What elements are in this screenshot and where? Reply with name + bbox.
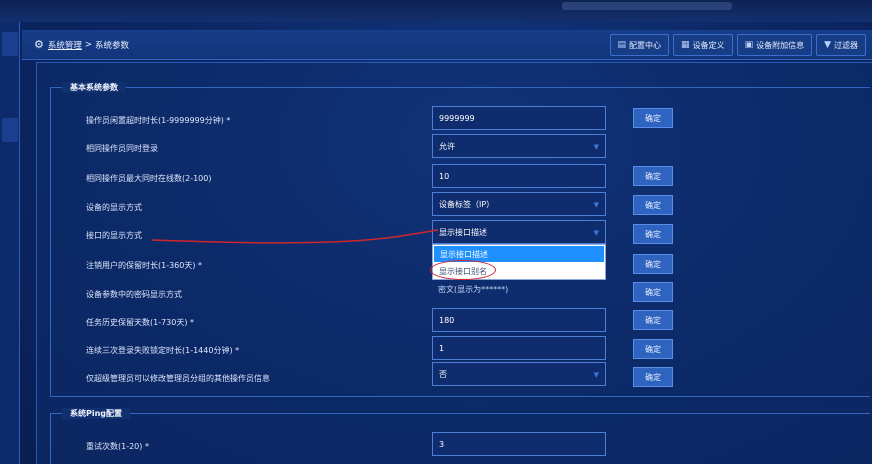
- row-label-device-display: 设备的显示方式: [86, 203, 142, 212]
- max-online-confirm-button[interactable]: 确定: [633, 166, 673, 186]
- lockout-duration-confirm-button[interactable]: 确定: [633, 339, 673, 359]
- device-display-confirm-button[interactable]: 确定: [633, 195, 673, 215]
- row-label-max-online: 相同操作员最大同时在线数(2-100): [86, 174, 212, 183]
- filter-icon: ▼: [824, 40, 831, 50]
- annotation-underline-stroke: [151, 229, 439, 244]
- idle-timeout-input[interactable]: 9999999: [432, 106, 606, 130]
- section-title-basic: 基本系统参数: [62, 82, 126, 93]
- left-nav-tab[interactable]: [2, 32, 18, 56]
- chevron-down-icon: ▼: [593, 201, 599, 209]
- app-screen: ⚙ 系统管理 > 系统参数 ▤ 配置中心 ▦ 设备定义 ▣ 设备附加信息 ▼ 过…: [0, 0, 872, 464]
- window-top-strip: [0, 0, 872, 22]
- config-center-button[interactable]: ▤ 配置中心: [609, 34, 670, 56]
- breadcrumb-current: 系统参数: [95, 40, 130, 51]
- row-label-lockout-duration: 连续三次登录失败锁定时长(1-1440分钟) *: [86, 346, 240, 355]
- gear-icon: ⚙: [34, 38, 44, 51]
- chevron-down-icon: ▼: [593, 371, 599, 379]
- chevron-down-icon: ▼: [593, 143, 599, 151]
- header-bar: ⚙ 系统管理 > 系统参数 ▤ 配置中心 ▦ 设备定义 ▣ 设备附加信息 ▼ 过…: [22, 30, 872, 60]
- row-label-retry-count: 重试次数(1-20) *: [86, 442, 149, 451]
- left-nav-strip: [0, 22, 20, 464]
- row-label-superadmin-only: 仅超级管理员可以修改管理员分组的其他操作员信息: [86, 374, 270, 383]
- row-label-task-history: 任务历史保留天数(1-730天) *: [86, 318, 195, 327]
- device-extra-info-button[interactable]: ▣ 设备附加信息: [736, 34, 813, 56]
- section-title-ping: 系统Ping配置: [62, 408, 131, 419]
- task-history-confirm-button[interactable]: 确定: [633, 310, 673, 330]
- concurrent-login-select[interactable]: 允许 ▼: [432, 134, 606, 158]
- interface-display-confirm-button[interactable]: 确定: [633, 224, 673, 244]
- left-nav-tab[interactable]: [2, 118, 18, 142]
- lockout-duration-input[interactable]: 1: [432, 336, 606, 360]
- password-display-confirm-button[interactable]: 确定: [633, 282, 673, 302]
- row-label-concurrent-login: 相同操作员同时登录: [86, 144, 158, 153]
- superadmin-only-select[interactable]: 否 ▼: [432, 362, 606, 386]
- row-label-interface-display: 接口的显示方式: [86, 231, 142, 240]
- device-icon: ▦: [681, 40, 690, 50]
- row-label-idle-timeout: 操作员闲置超时时长(1-9999999分钟) *: [86, 116, 231, 125]
- deregister-retain-confirm-button[interactable]: 确定: [633, 254, 673, 274]
- idle-timeout-confirm-button[interactable]: 确定: [633, 108, 673, 128]
- password-display-select[interactable]: 密文(显示为******): [438, 284, 508, 295]
- breadcrumb-root-link[interactable]: 系统管理: [48, 39, 82, 51]
- superadmin-only-confirm-button[interactable]: 确定: [633, 367, 673, 387]
- breadcrumb-separator: >: [84, 39, 93, 50]
- info-card-icon: ▣: [744, 40, 754, 50]
- row-label-deregister-retain: 注销用户的保留时长(1-360天) *: [86, 261, 203, 270]
- interface-display-select[interactable]: 显示接口描述 ▼: [432, 220, 606, 244]
- annotation-circle: [430, 260, 496, 280]
- device-definition-button[interactable]: ▦ 设备定义: [673, 34, 733, 56]
- config-icon: ▤: [617, 40, 627, 50]
- breadcrumb: ⚙ 系统管理 > 系统参数: [34, 38, 129, 51]
- row-label-password-display: 设备参数中的密码显示方式: [86, 290, 182, 299]
- chevron-down-icon: ▼: [593, 229, 599, 237]
- toolbar: ▤ 配置中心 ▦ 设备定义 ▣ 设备附加信息 ▼ 过滤器: [609, 34, 866, 56]
- device-display-select[interactable]: 设备标签（IP） ▼: [432, 192, 606, 216]
- retry-count-input[interactable]: 3: [432, 432, 606, 456]
- max-online-input[interactable]: 10: [432, 164, 606, 188]
- filter-button[interactable]: ▼ 过滤器: [816, 34, 866, 56]
- task-history-input[interactable]: 180: [432, 308, 606, 332]
